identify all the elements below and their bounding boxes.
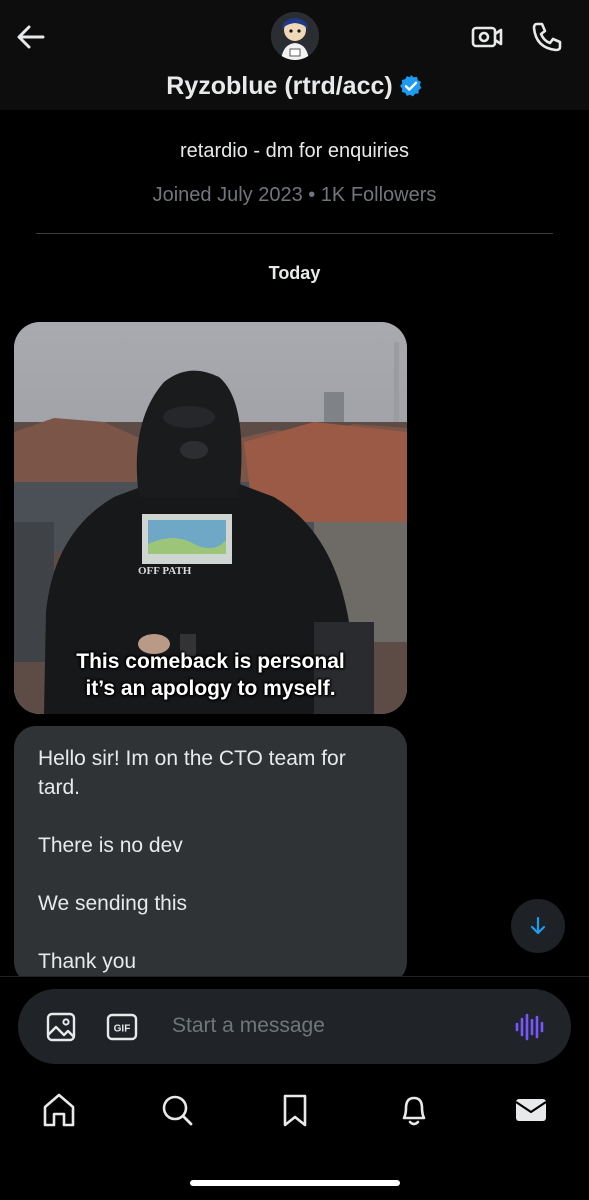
notifications-icon [402,1096,426,1126]
nav-home[interactable] [41,1090,77,1130]
media-message[interactable]: OFF PATH This comeback is personal it’s … [14,322,407,714]
display-name[interactable]: Ryzoblue (rtrd/acc) [166,72,392,101]
nav-bookmarks[interactable] [277,1090,313,1130]
message-line: Hello sir! Im on the CTO team for [38,747,346,770]
add-gif-button[interactable]: GIF [105,1010,139,1044]
nav-messages[interactable] [513,1090,549,1130]
title-row: Ryzoblue (rtrd/acc) [0,70,589,102]
date-separator: Today [268,263,321,283]
image-icon [46,1012,76,1042]
gif-label: GIF [114,1024,131,1035]
video-call-icon [471,26,503,48]
arrow-left-icon [17,25,45,49]
divider [36,233,553,234]
voice-message-button[interactable] [512,1010,546,1044]
message-line: We sending this [38,892,188,915]
message-bubble[interactable]: Hello sir! Im on the CTO team for tard. … [14,726,407,984]
gif-icon: GIF [106,1013,138,1041]
search-icon [162,1095,193,1126]
messages-icon [515,1099,547,1121]
media-caption-line: it’s an apology to myself. [85,677,336,700]
phone-call-icon [532,22,562,52]
media-caption: This comeback is personal it’s an apolog… [14,648,407,702]
conversation-header: Ryzoblue (rtrd/acc) [0,0,589,110]
message-line: There is no dev [38,834,183,857]
verified-badge-icon [399,75,422,97]
message-line: tard. [38,776,81,799]
message-line: Thank you [38,950,137,973]
profile-bio: retardio - dm for enquiries [180,140,409,162]
voice-wave-icon [515,1013,544,1041]
bookmark-icon [283,1094,307,1127]
shirt-print-text: OFF PATH [138,565,192,577]
message-input[interactable]: Start a message [172,1014,325,1038]
phone-call-button[interactable] [530,20,564,54]
back-button[interactable] [14,20,48,54]
add-image-button[interactable] [44,1010,78,1044]
video-call-button[interactable] [470,20,504,54]
profile-meta: Joined July 2023 • 1K Followers [152,184,437,206]
home-indicator[interactable] [190,1180,400,1186]
home-icon [43,1093,75,1127]
nav-notifications[interactable] [396,1090,432,1130]
arrow-down-icon [530,916,546,935]
nav-search[interactable] [159,1090,195,1130]
media-caption-line: This comeback is personal [76,650,345,673]
avatar[interactable] [271,12,319,60]
scroll-to-bottom-button[interactable] [511,899,565,953]
bottom-navigation [0,1090,589,1134]
